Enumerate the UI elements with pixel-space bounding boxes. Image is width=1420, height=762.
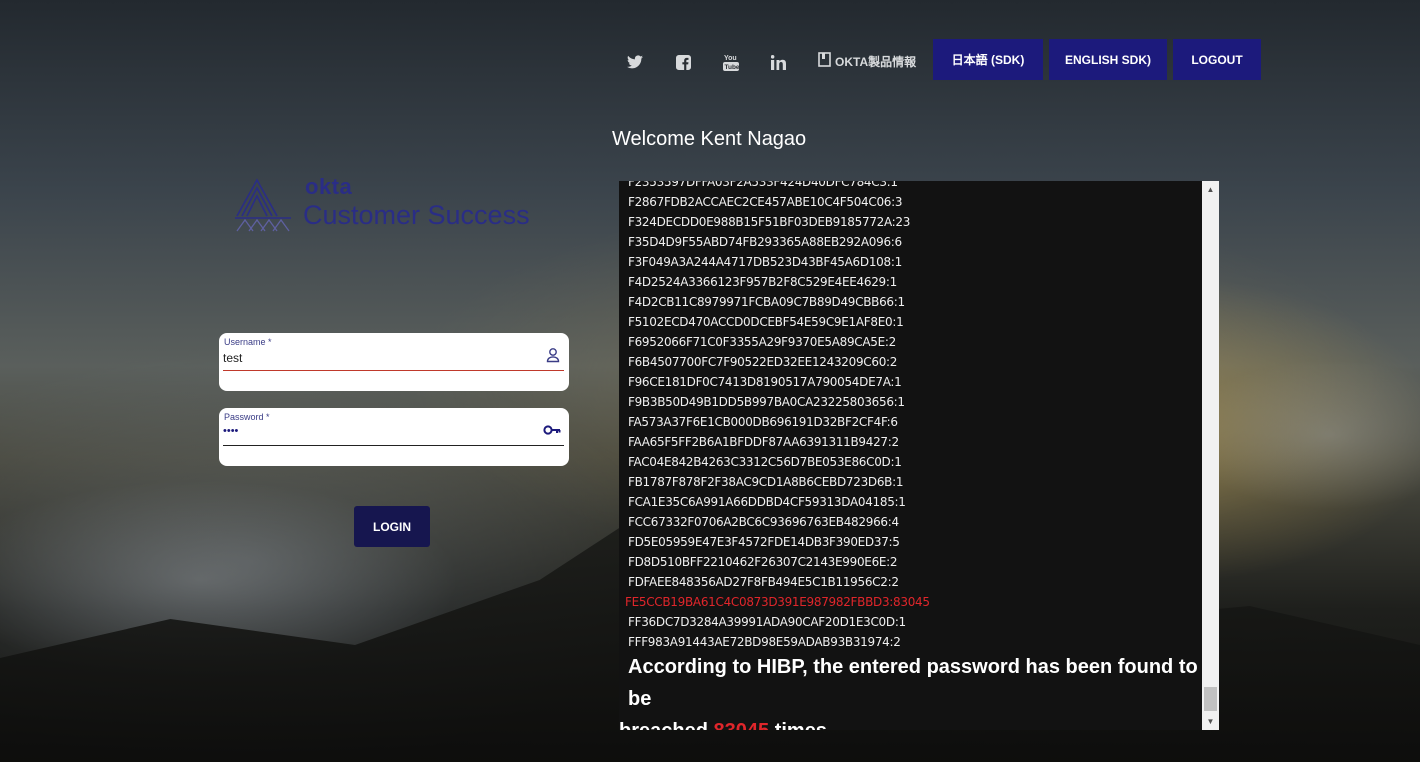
hash-row: FAC04E842B4263C3312C56D7BE053E86C0D:1 bbox=[628, 455, 902, 469]
hash-row: F2353597DFFA03F2A533F424D40DFC784C3:1 bbox=[628, 181, 898, 189]
svg-text:Tube: Tube bbox=[725, 64, 740, 71]
breach-message-times: times. bbox=[775, 720, 833, 730]
hibp-results-panel[interactable]: F2353597DFFA03F2A533F424D40DFC784C3:1 F28… bbox=[619, 181, 1219, 730]
linkedin-icon[interactable] bbox=[767, 50, 791, 74]
svg-text:You: You bbox=[724, 55, 737, 62]
hash-row: F9B3B50D49B1DD5B997BA0CA23225803656:1 bbox=[628, 395, 905, 409]
panel-scrollbar[interactable]: ▲ ▼ bbox=[1202, 181, 1219, 730]
hash-row: FB1787F878F2F38AC9CD1A8B6CEBD723D6B:1 bbox=[628, 475, 904, 489]
user-icon bbox=[545, 347, 561, 363]
hash-row: F4D2CB11C8979971FCBA09C7B89D49CBB66:1 bbox=[628, 295, 905, 309]
hash-row: FF36DC7D3284A39991ADA90CAF20D1E3C0D:1 bbox=[628, 615, 906, 629]
hash-row: F96CE181DF0C7413D8190517A790054DE7A:1 bbox=[628, 375, 902, 389]
login-button[interactable]: LOGIN bbox=[354, 506, 430, 547]
book-icon bbox=[818, 52, 831, 70]
breach-message-breached: breached bbox=[619, 720, 708, 730]
japanese-sdk-button[interactable]: 日本語 (SDK) bbox=[933, 39, 1043, 80]
hash-row: F3F049A3A244A4717DB523D43BF45A6D108:1 bbox=[628, 255, 902, 269]
breach-message-line2: breached 83045 times. bbox=[619, 715, 1199, 730]
password-underline bbox=[223, 445, 564, 446]
hash-row: F6B4507700FC7F90522ED32EE1243209C60:2 bbox=[628, 355, 898, 369]
breach-count: 83045 bbox=[714, 720, 770, 730]
product-info-link[interactable]: OKTA製品情報 bbox=[818, 52, 916, 70]
logout-button[interactable]: LOGOUT bbox=[1173, 39, 1261, 80]
product-info-label: OKTA製品情報 bbox=[835, 54, 917, 69]
english-sdk-button[interactable]: ENGLISH SDK) bbox=[1049, 39, 1167, 80]
welcome-message: Welcome Kent Nagao bbox=[612, 128, 807, 150]
hash-row-matched: FE5CCB19BA61C4C0873D391E987982FBBD3:8304… bbox=[625, 595, 930, 609]
breach-message-line1: According to HIBP, the entered password … bbox=[628, 656, 1198, 710]
password-input[interactable]: •••• bbox=[223, 425, 238, 437]
hash-row: F2867FDB2ACCAEC2CE457ABE10C4F504C06:3 bbox=[628, 195, 903, 209]
hash-row: F5102ECD470ACCD0DCEBF54E59C9E1AF8E0:1 bbox=[628, 315, 904, 329]
hash-row: FD5E05959E47E3F4572FDE14DB3F390ED37:5 bbox=[628, 535, 900, 549]
hash-row: FCA1E35C6A991A66DDBD4CF59313DA04185:1 bbox=[628, 495, 906, 509]
hash-row: F324DECDD0E988B15F51BF03DEB9185772A:23 bbox=[628, 215, 911, 229]
hash-list: F2353597DFFA03F2A533F424D40DFC784C3:1 F28… bbox=[625, 181, 1199, 652]
username-underline bbox=[223, 370, 564, 371]
okta-mountain-logo-icon bbox=[235, 178, 291, 232]
okta-customer-success-logo: okta Customer Success bbox=[235, 174, 545, 236]
username-label: Username * bbox=[224, 337, 272, 347]
scrollbar-thumb[interactable] bbox=[1204, 687, 1217, 711]
hash-row: F6952066F71C0F3355A29F9370E5A89CA5E:2 bbox=[628, 335, 896, 349]
username-field[interactable]: Username * test bbox=[219, 333, 569, 391]
scroll-up-arrow-icon[interactable]: ▲ bbox=[1202, 181, 1219, 198]
hash-row: FA573A37F6E1CB000DB696191D32BF2CF4F:6 bbox=[628, 415, 898, 429]
hash-row: FAA65F5FF2B6A1BFDDF87AA6391311B9427:2 bbox=[628, 435, 899, 449]
hash-row: FCC67332F0706A2BC6C93696763EB482966:4 bbox=[628, 515, 899, 529]
password-label: Password * bbox=[224, 412, 270, 422]
hash-row: FD8D510BFF2210462F26307C2143E990E6E:2 bbox=[628, 555, 898, 569]
youtube-icon[interactable]: You Tube bbox=[719, 50, 743, 74]
hash-row: F4D2524A3366123F957B2F8C529E4EE4629:1 bbox=[628, 275, 897, 289]
twitter-icon[interactable] bbox=[623, 50, 647, 74]
hash-row: FFF983A91443AE72BD98E59ADAB93B31974:2 bbox=[628, 635, 901, 649]
hash-row: F35D4D9F55ABD74FB293365A88EB292A096:6 bbox=[628, 235, 902, 249]
okta-brand-text: okta bbox=[305, 174, 353, 199]
password-field[interactable]: Password * •••• bbox=[219, 408, 569, 466]
scroll-down-arrow-icon[interactable]: ▼ bbox=[1202, 713, 1219, 730]
username-input[interactable]: test bbox=[223, 351, 242, 365]
hash-row: FDFAEE848356AD27F8FB494E5C1B11956C2:2 bbox=[628, 575, 899, 589]
breach-result-message: According to HIBP, the entered password … bbox=[619, 651, 1199, 730]
customer-success-text: Customer Success bbox=[303, 200, 530, 230]
key-icon bbox=[543, 422, 561, 438]
facebook-icon[interactable] bbox=[671, 50, 695, 74]
